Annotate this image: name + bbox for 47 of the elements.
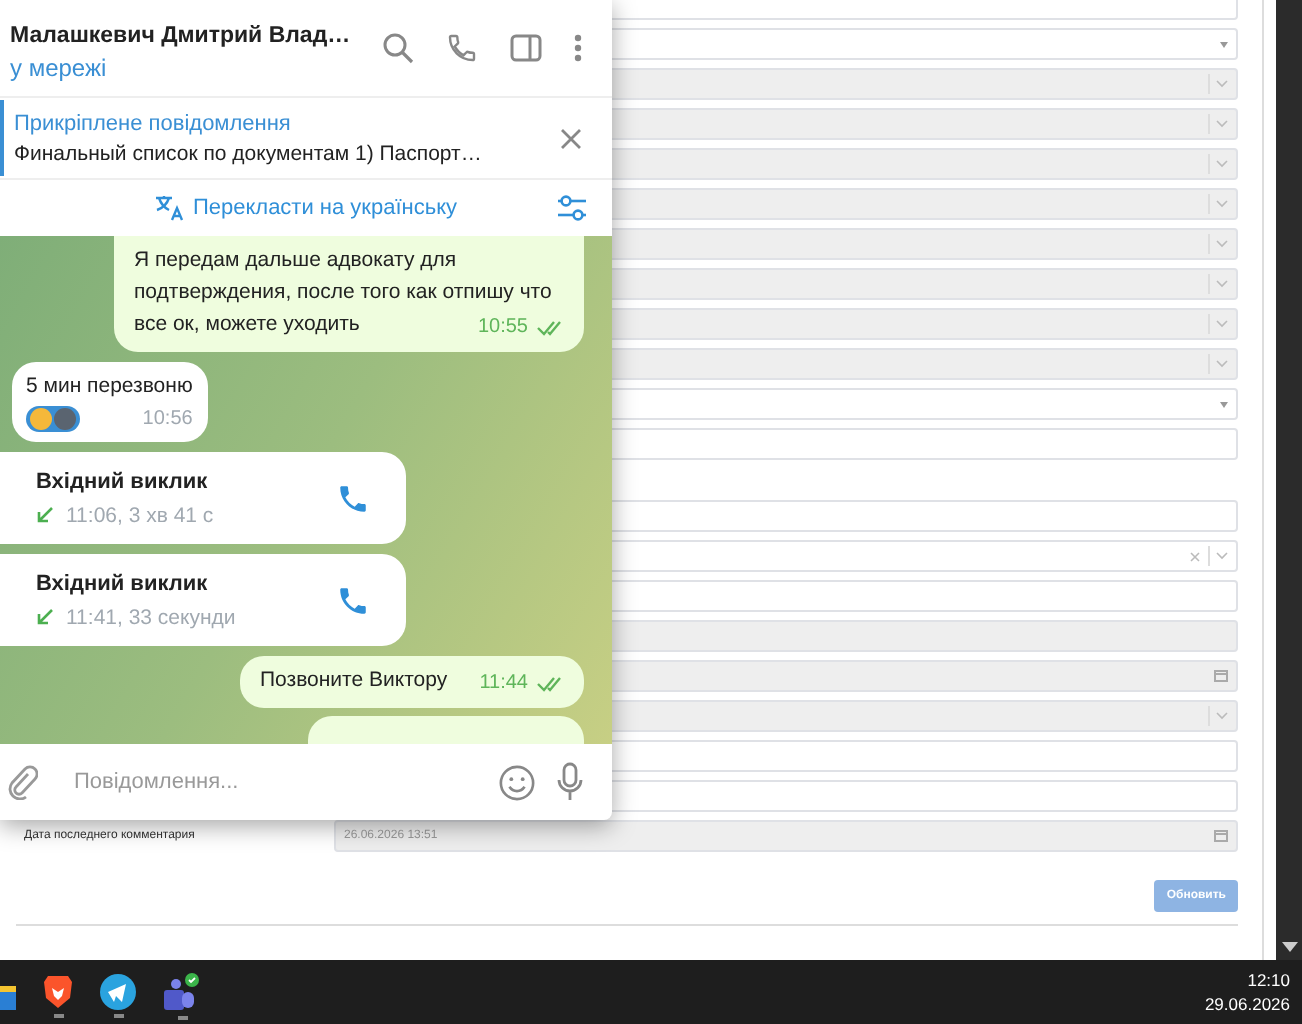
outgoing-message[interactable]: Я передам дальше адвокату для подтверждения, после того как отпишу что все ок, можете уходить 10:55 bbox=[114, 236, 584, 352]
outgoing-message[interactable] bbox=[308, 716, 584, 744]
more-icon[interactable] bbox=[574, 34, 583, 62]
phone-icon[interactable] bbox=[336, 583, 370, 617]
chevron-down-icon bbox=[1208, 154, 1228, 174]
folder-icon[interactable] bbox=[0, 980, 16, 1012]
dropdown-arrow-icon bbox=[1220, 401, 1228, 407]
translate-icon bbox=[154, 194, 187, 222]
incoming-message[interactable]: 5 мин перезвоню 10:56 bbox=[12, 362, 209, 442]
chevron-down-icon bbox=[1208, 234, 1228, 254]
lion-shield-icon[interactable] bbox=[42, 974, 74, 1011]
message-input[interactable]: Повідомлення... bbox=[58, 770, 478, 794]
chevron-down-icon bbox=[1208, 354, 1228, 374]
incoming-arrow-icon bbox=[36, 608, 54, 626]
team-chat-icon[interactable] bbox=[162, 972, 202, 1013]
dropdown-arrow-icon bbox=[1220, 41, 1228, 47]
pinned-title: Прикріплене повідомлення bbox=[14, 111, 291, 135]
outgoing-message[interactable]: Позвоните Виктору 11:44 bbox=[240, 656, 584, 708]
call-message[interactable]: Вхідний виклик 11:06, 3 хв 41 с bbox=[0, 452, 406, 544]
reaction-badge[interactable] bbox=[26, 406, 80, 432]
close-icon[interactable] bbox=[560, 127, 582, 149]
chevron-down-icon bbox=[1208, 194, 1228, 214]
calendar-icon bbox=[1214, 830, 1228, 842]
settings-icon[interactable] bbox=[556, 194, 588, 222]
emoji-icon[interactable] bbox=[498, 763, 536, 801]
chevron-down-icon bbox=[1208, 546, 1228, 566]
pinned-text: Финальный список по документам 1) Паспорт… bbox=[14, 141, 484, 165]
contact-name[interactable]: Малашкевич Дмитрий Влад… bbox=[10, 23, 351, 47]
chevron-down-icon bbox=[1208, 114, 1228, 134]
sidebar-icon[interactable] bbox=[510, 34, 543, 62]
paper-plane-icon[interactable] bbox=[100, 974, 136, 1011]
search-icon[interactable] bbox=[382, 32, 415, 64]
attach-icon[interactable] bbox=[6, 764, 38, 800]
phone-icon[interactable] bbox=[446, 32, 479, 64]
chevron-down-icon bbox=[1208, 314, 1228, 334]
clear-icon[interactable] bbox=[1190, 551, 1200, 561]
chevron-down-icon bbox=[1208, 274, 1228, 294]
call-message[interactable]: Вхідний виклик 11:41, 33 секунди bbox=[0, 554, 406, 646]
pinned-message-bar[interactable]: Прикріплене повідомлення Финальный список по документам 1) Паспорт… bbox=[0, 100, 612, 176]
microphone-icon[interactable] bbox=[556, 762, 584, 802]
system-clock[interactable]: 12:10 29.06.2026 bbox=[1204, 970, 1290, 1014]
chevron-down-icon bbox=[1208, 706, 1228, 726]
incoming-arrow-icon bbox=[36, 506, 54, 524]
chevron-down-icon bbox=[1208, 74, 1228, 94]
calendar-icon bbox=[1214, 670, 1228, 682]
phone-icon[interactable] bbox=[336, 481, 370, 515]
online-status: у мережі bbox=[10, 53, 107, 81]
